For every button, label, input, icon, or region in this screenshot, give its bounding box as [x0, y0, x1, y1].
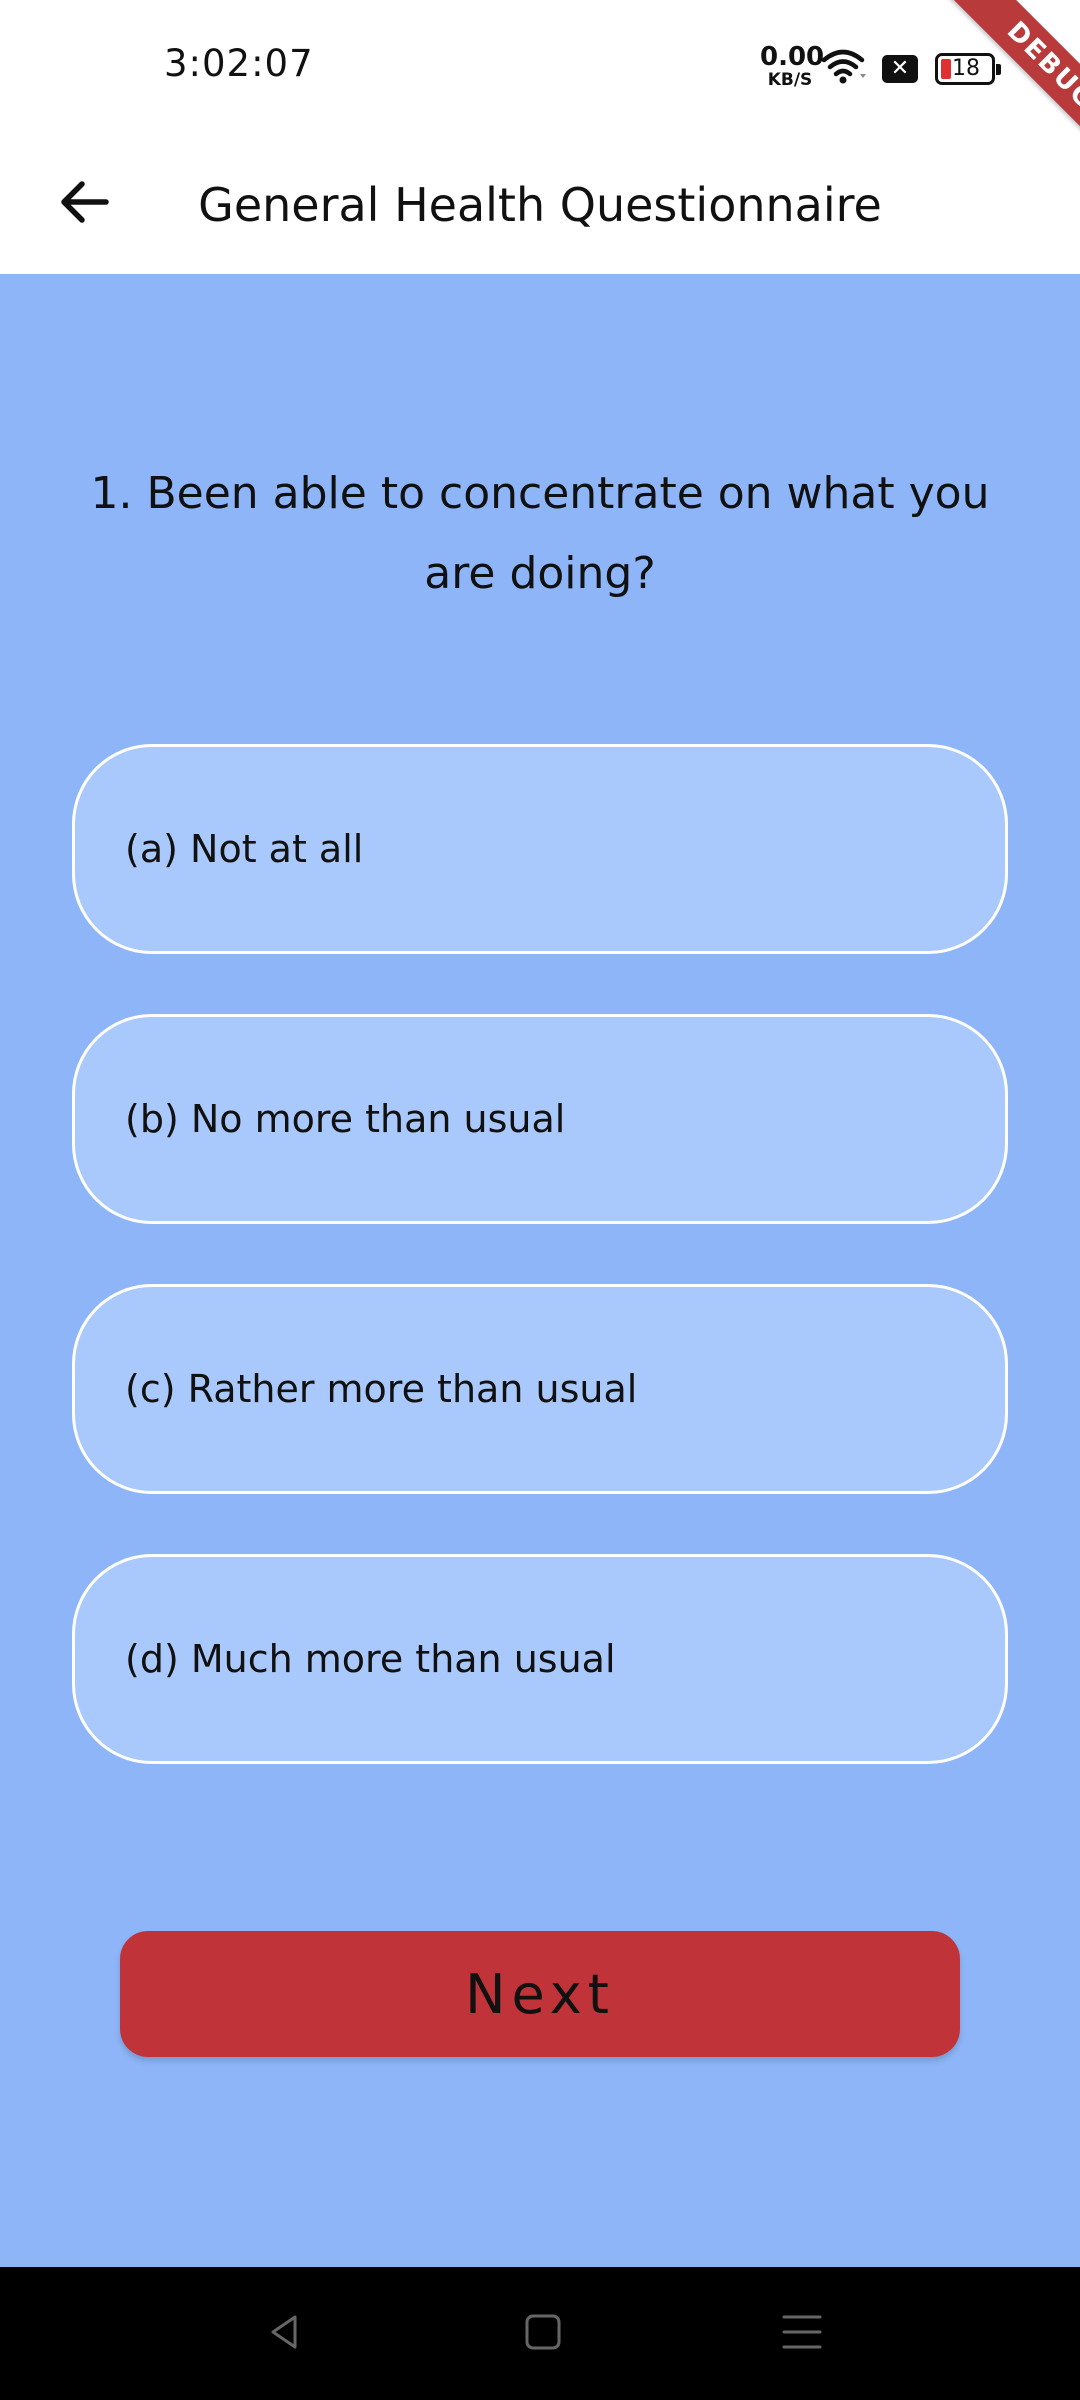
- page-title: General Health Questionnaire: [198, 178, 882, 232]
- option-label: (d) Much more than usual: [125, 1637, 616, 1681]
- back-button[interactable]: [44, 162, 124, 242]
- wifi-icon: [821, 49, 866, 84]
- option-d-button[interactable]: (d) Much more than usual: [72, 1554, 1008, 1764]
- nav-back-button[interactable]: [245, 2297, 325, 2367]
- nav-menu-icon: [782, 2315, 822, 2349]
- nav-home-icon: [525, 2314, 561, 2350]
- option-label: (b) No more than usual: [125, 1097, 566, 1141]
- arrow-left-icon: [61, 181, 109, 223]
- status-bar: 3:02:07 0.00 KB/S ✕ 18 DEBUG: [0, 0, 1080, 170]
- network-speed-value: 0.00: [760, 42, 825, 72]
- nav-back-icon: [271, 2315, 297, 2349]
- network-speed-unit: KB/S: [767, 70, 813, 90]
- option-b-button[interactable]: (b) No more than usual: [72, 1014, 1008, 1224]
- option-c-button[interactable]: (c) Rather more than usual: [72, 1284, 1008, 1494]
- questionnaire-body: 1. Been able to concentrate on what you …: [0, 274, 1080, 2267]
- nav-menu-button[interactable]: [762, 2297, 842, 2367]
- option-label: (c) Rather more than usual: [125, 1367, 638, 1411]
- next-button[interactable]: Next: [120, 1931, 960, 2057]
- network-speed: 0.00 KB/S: [760, 42, 825, 90]
- status-time: 3:02:07: [164, 42, 314, 85]
- option-a-button[interactable]: (a) Not at all: [72, 744, 1008, 954]
- option-label: (a) Not at all: [125, 827, 364, 871]
- next-button-label: Next: [465, 1962, 615, 2026]
- nav-home-button[interactable]: [503, 2297, 583, 2367]
- question-text: 1. Been able to concentrate on what you …: [90, 468, 990, 599]
- app-bar: General Health Questionnaire: [0, 136, 1080, 274]
- system-nav-bar: [0, 2267, 1080, 2400]
